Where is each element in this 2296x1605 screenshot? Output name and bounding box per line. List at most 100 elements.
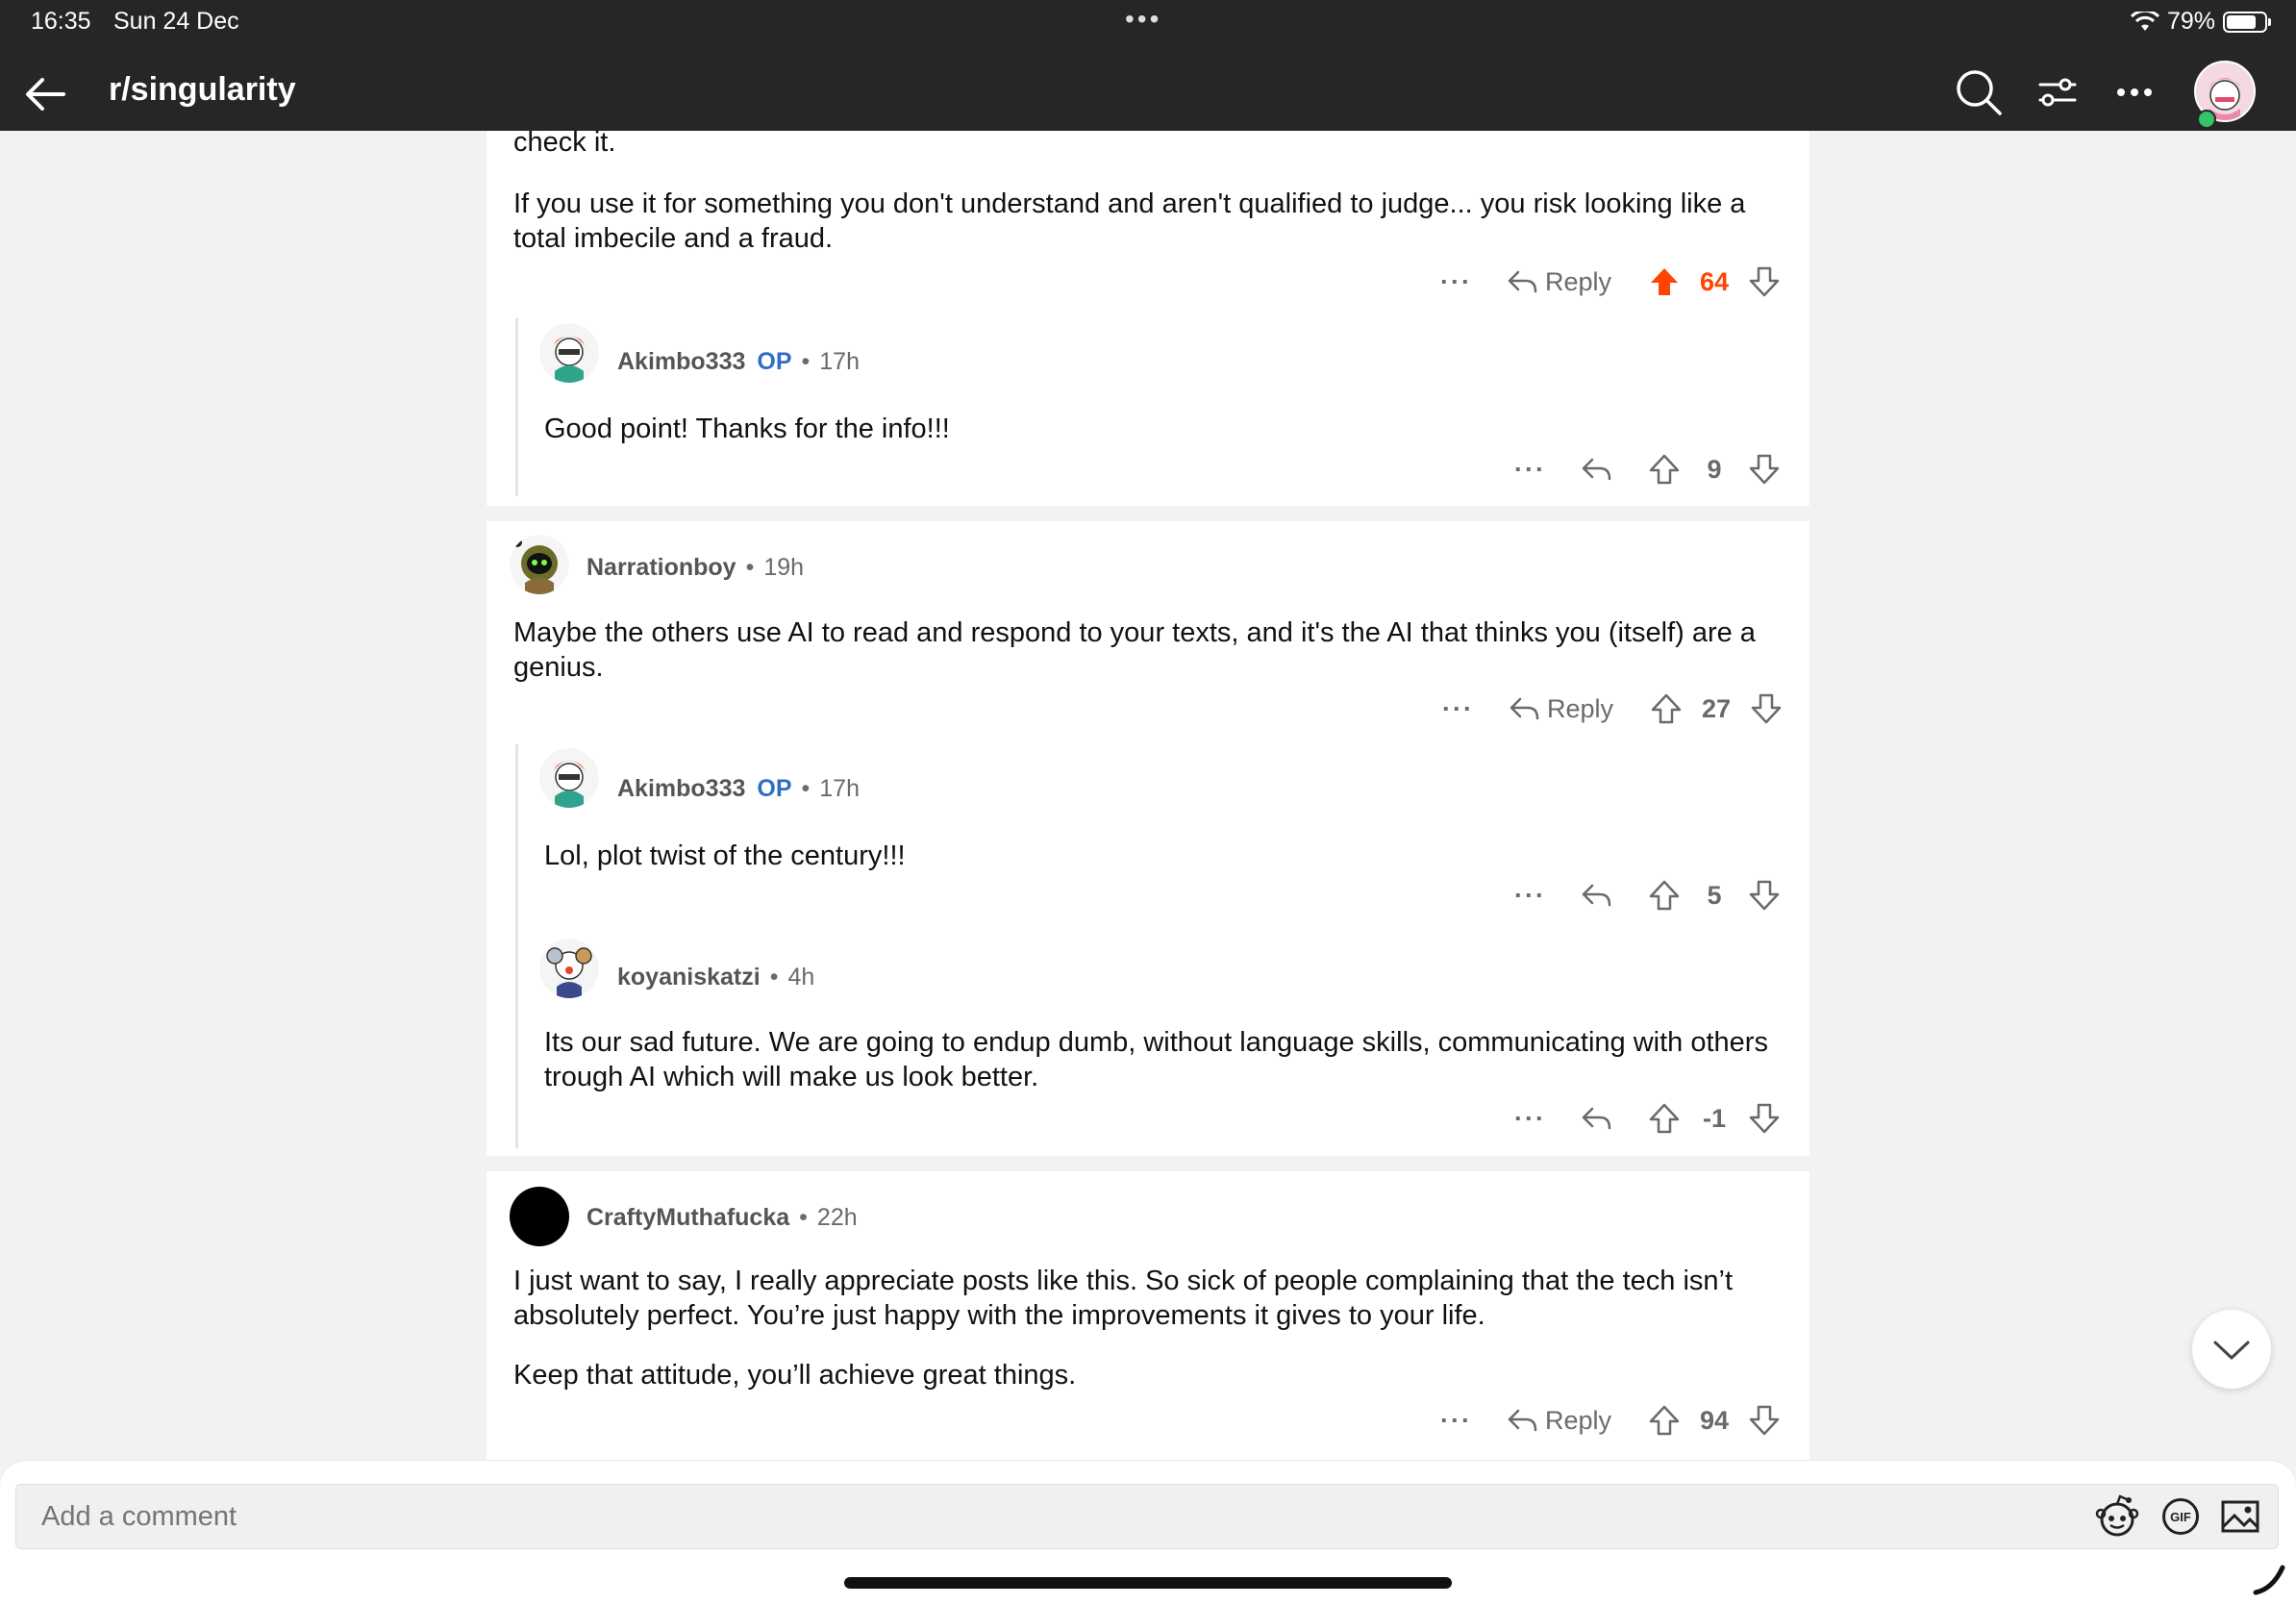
reply-button[interactable] [1581,882,1611,909]
vote-controls: 64 [1648,265,1781,298]
comment-meta: Narrationboy • 19h [586,554,804,582]
comment-thread-2: Narrationboy • 19h Maybe the others use … [487,521,1809,1156]
vote-score: 94 [1699,1405,1730,1435]
avatar[interactable] [539,939,599,998]
avatar[interactable] [539,323,599,383]
reply-label: Reply [1546,693,1613,723]
scroll-down-button[interactable] [2192,1310,2271,1389]
downvote-icon[interactable] [1748,879,1781,912]
thread-line [515,318,518,496]
reply-icon [1508,270,1537,293]
meta-separator: • [745,554,755,581]
more-options-button[interactable]: ··· [1514,455,1546,485]
comment-age: 17h [819,775,860,802]
upvote-icon[interactable] [1648,453,1681,486]
comment-meta: koyaniskatzi • 4h [617,964,814,991]
downvote-icon[interactable] [1748,1102,1781,1135]
multitasking-dots-icon[interactable]: ••• [1125,4,1161,35]
comment-text: I just want to say, I really appreciate … [513,1266,1734,1331]
upvote-icon[interactable] [1648,1404,1681,1437]
comment-meta: Akimbo333 OP • 17h [617,348,860,376]
reply-button[interactable] [1581,456,1611,483]
more-options-button[interactable]: ··· [1440,1406,1472,1436]
username[interactable]: Akimbo333 [617,348,745,376]
username[interactable]: koyaniskatzi [617,964,761,991]
back-arrow-icon[interactable] [21,69,71,119]
op-badge: OP [757,775,792,802]
reply-label: Reply [1544,1405,1611,1435]
pencil-icon [2253,1565,2285,1595]
gif-label: GIF [2170,1509,2191,1524]
downvote-icon[interactable] [1748,1404,1781,1437]
upvote-icon[interactable] [1650,692,1683,725]
status-date: Sun 24 Dec [113,8,239,35]
gif-icon[interactable]: GIF [2162,1498,2199,1535]
vote-score: 27 [1701,693,1732,723]
comment-meta: Akimbo333 OP • 17h [617,775,860,803]
comment-thread-1: check it. If you use it for something yo… [487,127,1809,506]
more-options-button[interactable]: ··· [1440,267,1472,297]
comment-text: Keep that attitude, you’ll achieve great… [513,1360,1077,1391]
comment-text: Its our sad future. We are going to endu… [544,1027,1768,1092]
reply-label: Reply [1544,266,1611,296]
reply-icon [1510,697,1539,720]
comment-age: 22h [816,1204,858,1231]
vote-score: 5 [1707,880,1722,910]
comment-actions: ··· Reply 94 [1440,1404,1781,1437]
comment-text: Good point! Thanks for the info!!! [544,414,950,444]
comment-meta: CraftyMuthafucka • 22h [586,1204,858,1232]
downvote-icon[interactable] [1750,692,1783,725]
comment-text: If you use it for something you don't un… [513,188,1746,254]
reply-button[interactable]: Reply [1509,694,1613,724]
vote-controls: 94 [1648,1404,1781,1437]
comment-text-continued: check it. [513,127,616,158]
meta-separator: • [799,1204,808,1231]
status-time: 16:35 [31,8,91,35]
reply-icon [1582,1107,1611,1130]
downvote-icon[interactable] [1748,453,1781,486]
comment-text: Lol, plot twist of the century!!! [544,840,906,871]
comment-actions: ··· Reply 64 [1440,265,1781,298]
search-icon[interactable] [1954,67,2004,117]
avatar[interactable] [510,535,569,594]
reply-icon [1582,884,1611,907]
reply-button[interactable]: Reply [1507,1406,1611,1436]
snoo-emoji-icon[interactable] [2093,1492,2141,1541]
more-options-button[interactable]: ··· [1514,1104,1546,1134]
vote-score: -1 [1702,1103,1726,1133]
vote-controls: 5 [1648,879,1781,912]
username[interactable]: Akimbo333 [617,775,745,803]
vote-score: 64 [1699,266,1730,296]
username[interactable]: CraftyMuthafucka [586,1204,789,1232]
meta-separator: • [769,964,779,991]
avatar[interactable] [510,1187,569,1246]
chevron-down-icon [2213,1341,2250,1360]
battery-icon [2223,11,2271,33]
vote-controls: 9 [1648,453,1781,486]
comment-actions: ··· -1 [1514,1102,1781,1135]
upvote-icon[interactable] [1648,1102,1681,1135]
avatar[interactable] [539,748,599,808]
meta-separator: • [801,348,811,375]
meta-separator: • [801,775,811,802]
reply-icon [1582,458,1611,481]
image-upload-icon[interactable] [2220,1496,2260,1537]
downvote-icon[interactable] [1748,265,1781,298]
more-options-button[interactable]: ··· [1514,881,1546,911]
more-options-icon[interactable] [2109,67,2159,117]
username[interactable]: Narrationboy [586,554,736,582]
comment-age: 4h [787,964,815,991]
home-indicator[interactable] [844,1577,1452,1589]
comment-text: Maybe the others use AI to read and resp… [513,617,1756,683]
thread-line [515,744,518,1148]
sort-filter-icon[interactable] [2033,67,2083,117]
comment-actions: ··· 5 [1514,879,1781,912]
vote-controls: 27 [1650,692,1783,725]
more-options-button[interactable]: ··· [1442,694,1474,724]
comment-actions: ··· 9 [1514,453,1781,486]
comment-input[interactable] [16,1485,1966,1548]
upvote-icon[interactable] [1648,879,1681,912]
upvote-icon[interactable] [1648,265,1681,298]
reply-button[interactable]: Reply [1507,267,1611,297]
reply-button[interactable] [1581,1105,1611,1132]
